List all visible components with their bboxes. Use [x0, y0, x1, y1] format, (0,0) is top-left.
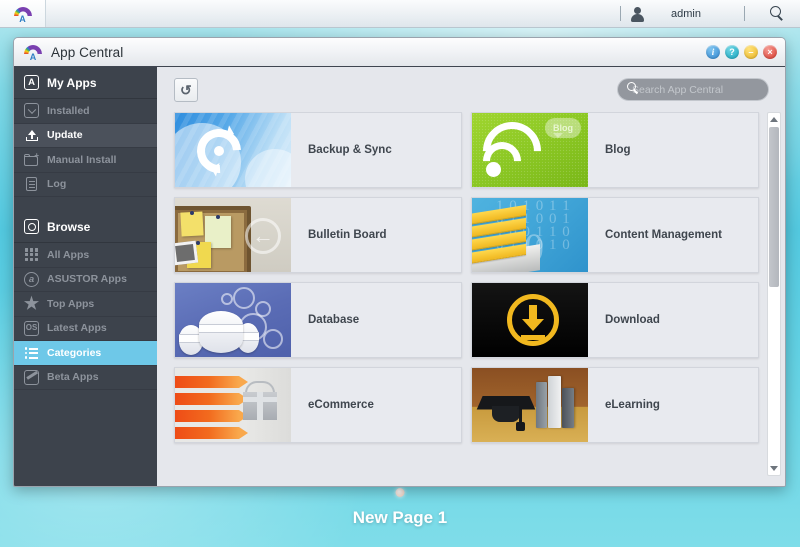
category-grid-wrapper: Backup & Sync Blog Blog ← Bulletin Board…	[157, 112, 785, 486]
window-title: App Central	[51, 44, 124, 60]
list-icon	[24, 345, 39, 360]
help-button[interactable]: ?	[725, 45, 739, 59]
elearning-thumbnail	[472, 368, 588, 442]
search-box[interactable]	[617, 78, 769, 101]
category-card-ecommerce[interactable]: eCommerce	[174, 367, 462, 443]
scroll-up-arrow-icon[interactable]	[770, 117, 778, 122]
beta-icon	[24, 369, 39, 385]
sidebar-item-installed[interactable]: Installed	[14, 99, 157, 124]
category-label: Bulletin Board	[308, 229, 387, 241]
sidebar-item-latest-apps[interactable]: OS Latest Apps	[14, 317, 157, 341]
my-apps-icon: A	[24, 75, 39, 90]
category-card-bulletin-board[interactable]: ← Bulletin Board	[174, 197, 462, 273]
page-dot-indicator[interactable]	[395, 488, 405, 497]
sidebar-header-my-apps: A My Apps	[14, 67, 157, 99]
system-topbar: A admin	[0, 0, 800, 28]
category-card-backup-sync[interactable]: Backup & Sync	[174, 112, 462, 188]
window-buttons: i ? – ×	[706, 45, 777, 59]
sidebar-header-label: My Apps	[47, 75, 97, 90]
sidebar-item-log[interactable]: Log	[14, 173, 157, 197]
sidebar-item-label: All Apps	[47, 248, 90, 261]
update-icon	[24, 128, 39, 143]
installed-icon	[24, 103, 39, 119]
sidebar-item-label: Categories	[47, 346, 102, 359]
scrollbar-thumb[interactable]	[769, 127, 779, 287]
app-central-window: A App Central i ? – × A My Apps Installe…	[13, 37, 786, 487]
sidebar-section-gap	[14, 197, 157, 211]
refresh-icon: ↻	[180, 81, 192, 98]
sidebar-item-label: Update	[47, 129, 83, 142]
database-thumbnail	[175, 283, 291, 357]
backup-sync-thumbnail	[175, 113, 291, 187]
category-card-elearning[interactable]: eLearning	[471, 367, 759, 443]
content-toolbar: ↻	[157, 67, 785, 112]
sidebar-header-browse: Browse	[14, 211, 157, 243]
search-input[interactable]	[632, 83, 767, 96]
scroll-down-arrow-icon[interactable]	[770, 466, 778, 471]
sidebar-item-label: Manual Install	[47, 153, 117, 166]
system-logo-button[interactable]: A	[0, 0, 46, 27]
log-icon	[24, 177, 39, 192]
sidebar-item-asustor-apps[interactable]: a ASUSTOR Apps	[14, 268, 157, 292]
topbar-divider	[620, 6, 622, 21]
sidebar-item-manual-install[interactable]: + Manual Install	[14, 148, 157, 173]
latest-apps-icon: OS	[24, 320, 39, 336]
sidebar-item-top-apps[interactable]: ★ Top Apps	[14, 292, 157, 317]
desktop-page-label: New Page 1	[352, 508, 448, 527]
blog-thumbnail: Blog	[472, 113, 588, 187]
window-titlebar[interactable]: A App Central i ? – ×	[14, 38, 785, 67]
category-label: eLearning	[605, 399, 660, 411]
sidebar-item-label: Installed	[47, 104, 90, 117]
main-content: ↻ Search App Central Backup & Sync Blog …	[157, 67, 785, 486]
sidebar-item-label: Beta Apps	[47, 371, 99, 384]
category-label: Content Management	[605, 229, 722, 241]
category-label: Backup & Sync	[308, 144, 392, 156]
sidebar: A My Apps Installed Update + Manual Inst…	[14, 67, 157, 486]
back-arrow-icon: ←	[245, 218, 281, 254]
category-card-blog[interactable]: Blog Blog	[471, 112, 759, 188]
info-button[interactable]: i	[706, 45, 720, 59]
sidebar-item-label: Log	[47, 178, 67, 191]
browse-icon	[24, 219, 39, 234]
ecommerce-thumbnail	[175, 368, 291, 442]
category-grid: Backup & Sync Blog Blog ← Bulletin Board…	[157, 112, 767, 486]
sidebar-item-beta-apps[interactable]: Beta Apps	[14, 366, 157, 390]
close-button[interactable]: ×	[763, 45, 777, 59]
category-label: Blog	[605, 144, 631, 156]
app-central-rainbow-icon: A	[23, 42, 43, 62]
grid-icon	[24, 247, 39, 262]
topbar-divider-2	[744, 6, 745, 21]
minimize-button[interactable]: –	[744, 45, 758, 59]
window-body: A My Apps Installed Update + Manual Inst…	[14, 67, 785, 486]
content-management-thumbnail: 1 0 1 0 1 1 0 1 1 0 0 1 1 0 0 1 1 0 0 1 …	[472, 198, 588, 272]
sidebar-item-all-apps[interactable]: All Apps	[14, 243, 157, 268]
category-card-content-management[interactable]: 1 0 1 0 1 1 0 1 1 0 0 1 1 0 0 1 1 0 0 1 …	[471, 197, 759, 273]
blog-badge: Blog	[545, 118, 581, 138]
sidebar-item-label: Top Apps	[47, 297, 95, 310]
sidebar-item-categories[interactable]: Categories	[14, 341, 157, 366]
desktop: A admin A App Central i ? – × A My Apps …	[0, 0, 800, 547]
topbar-search-button[interactable]	[754, 6, 800, 21]
star-icon: ★	[23, 294, 40, 314]
gift-box-icon	[243, 392, 277, 420]
app-central-rainbow-icon: A	[13, 4, 33, 24]
download-thumbnail	[472, 283, 588, 357]
manual-install-icon: +	[24, 152, 39, 167]
user-icon[interactable]	[630, 6, 645, 22]
sidebar-item-label: Latest Apps	[47, 322, 107, 335]
refresh-button[interactable]: ↻	[174, 77, 198, 102]
asustor-icon: a	[24, 271, 39, 287]
sidebar-header-label: Browse	[47, 219, 91, 234]
bulletin-board-thumbnail: ←	[175, 198, 291, 272]
search-icon	[769, 6, 785, 21]
topbar-username: admin	[671, 7, 701, 20]
category-card-database[interactable]: Database	[174, 282, 462, 358]
category-label: Download	[605, 314, 660, 326]
category-label: eCommerce	[308, 399, 374, 411]
sidebar-item-label: ASUSTOR Apps	[47, 273, 127, 286]
content-scrollbar[interactable]	[767, 112, 781, 476]
category-label: Database	[308, 314, 360, 326]
sidebar-item-update[interactable]: Update	[14, 123, 157, 148]
category-card-download[interactable]: Download	[471, 282, 759, 358]
